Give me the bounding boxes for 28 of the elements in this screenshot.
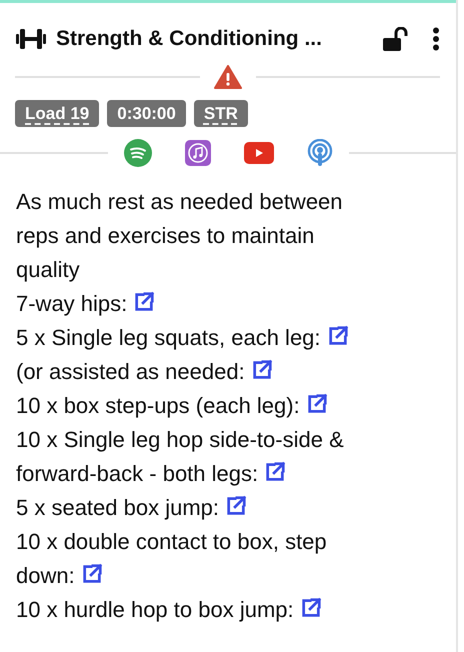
tag-badge: Load 19 — [15, 100, 100, 126]
podcast-icon[interactable] — [306, 138, 332, 166]
external-link-icon — [306, 392, 328, 414]
external-link-icon — [250, 358, 273, 380]
exercise-link[interactable]: (or assisted as needed: — [16, 354, 374, 388]
external-link-icon — [133, 290, 156, 312]
spotify-icon[interactable] — [124, 138, 152, 166]
exercise-link[interactable]: 10 x Single leg hop side-to-side & forward-back - both legs: — [16, 422, 374, 490]
external-link-icon — [264, 460, 286, 482]
external-link-icon — [300, 596, 322, 618]
tag-badge: 0:30:00 — [107, 100, 186, 126]
exercise-link[interactable]: 5 x Single leg squats, each leg: — [16, 320, 374, 354]
play-icon[interactable] — [244, 142, 274, 164]
more-options-icon[interactable] — [432, 26, 440, 51]
exercise-link[interactable]: 10 x double contact to box, step down: — [16, 524, 374, 592]
unlocked-padlock-icon[interactable] — [382, 26, 408, 51]
workout-title: Strength & Conditioning ... — [56, 26, 322, 52]
dumbbell-icon — [16, 28, 46, 50]
external-link-icon — [225, 494, 248, 516]
external-link-icon — [326, 324, 349, 346]
exercise-link[interactable]: 5 x seated box jump: — [16, 490, 374, 524]
music-note-icon[interactable] — [184, 140, 210, 166]
exercise-link[interactable]: 10 x box step-ups (each leg): — [16, 388, 374, 422]
exercise-link[interactable]: 10 x hurdle hop to box jump: — [16, 592, 374, 626]
external-link-icon — [80, 562, 103, 584]
description-text: As much rest as needed between reps and exercises to maintain quality — [16, 188, 344, 284]
exercise-link[interactable]: 7-way hips: — [16, 286, 374, 320]
tag-badge: STR — [194, 100, 248, 126]
